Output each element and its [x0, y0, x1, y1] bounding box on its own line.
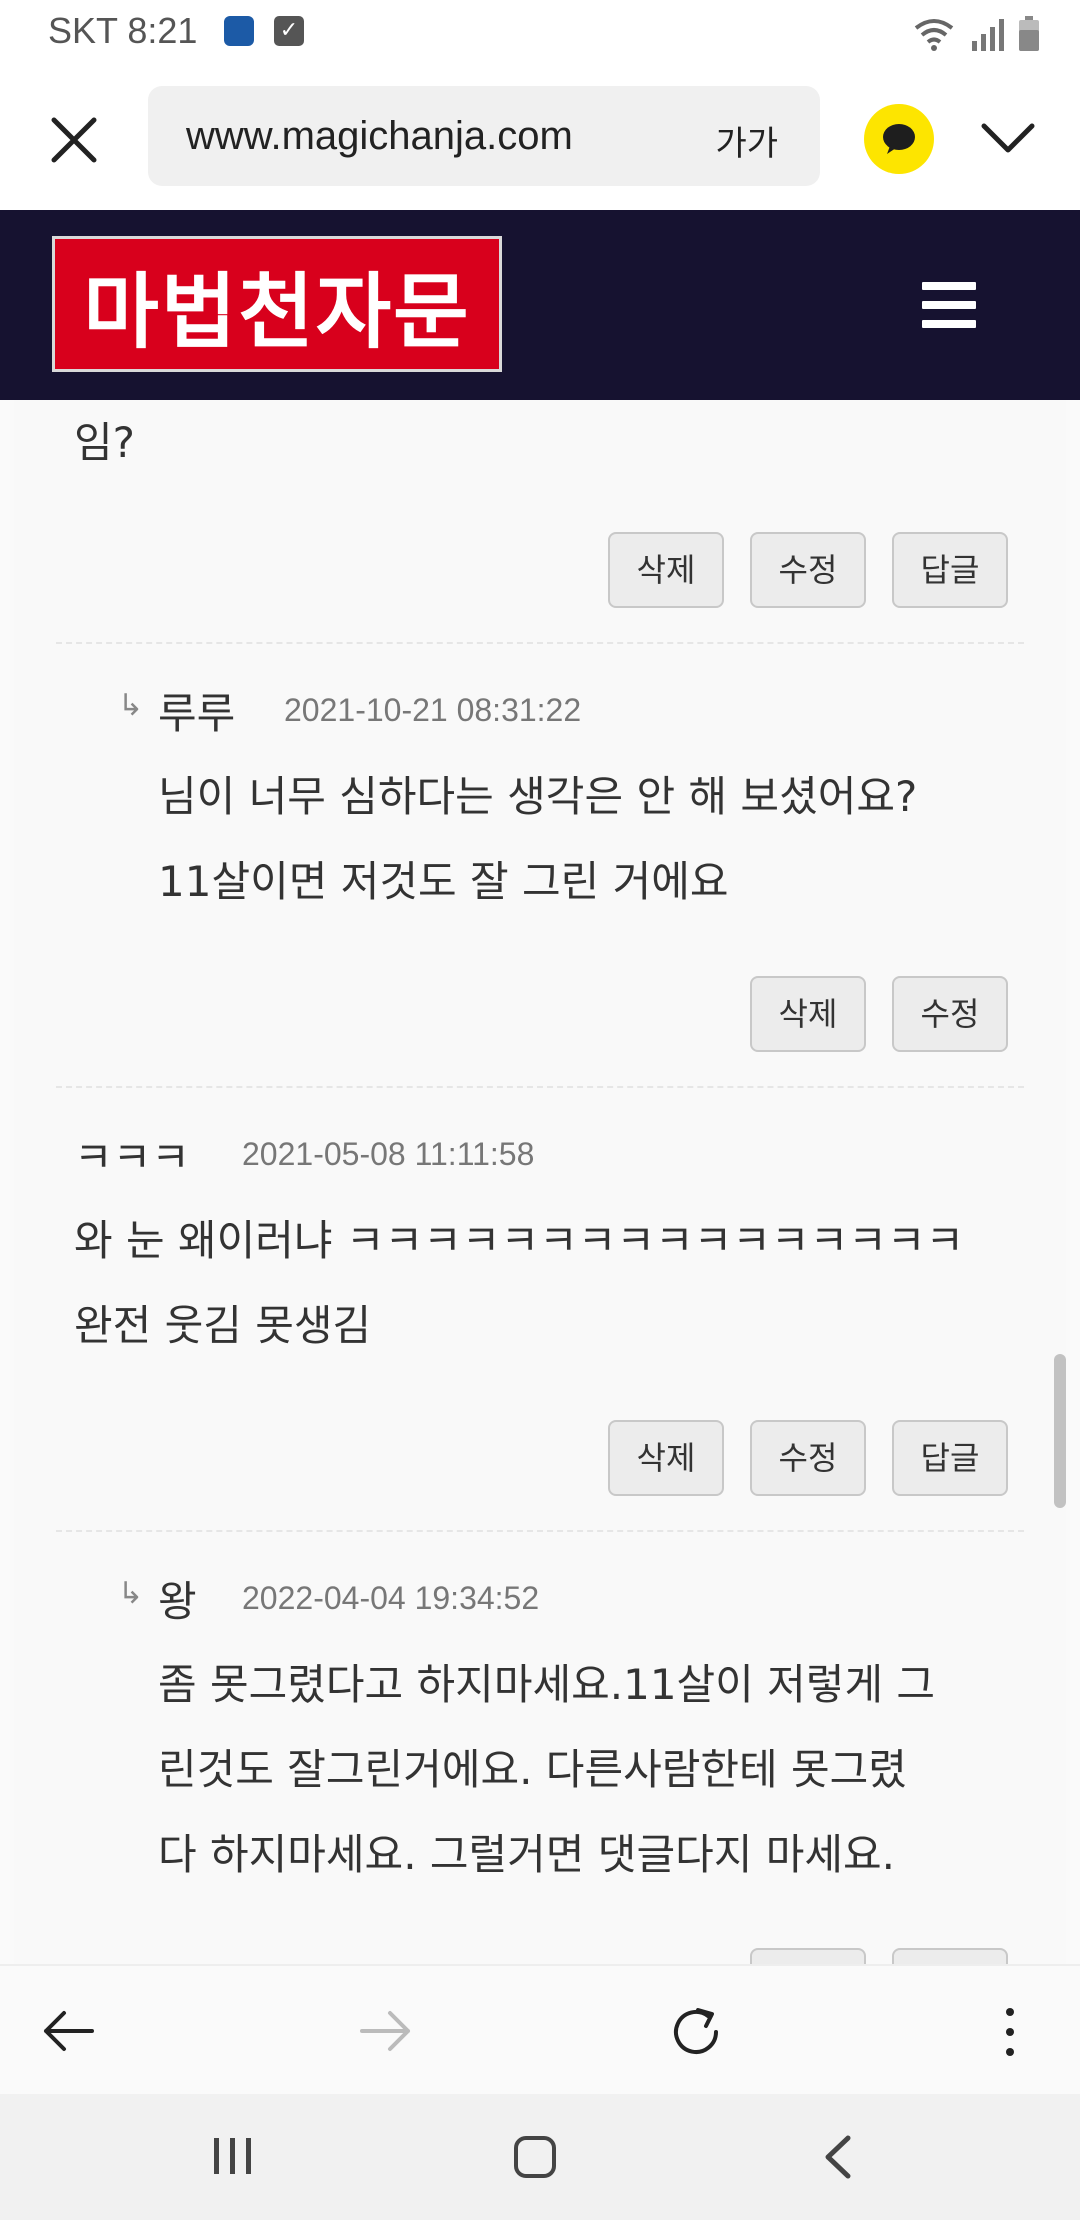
- scrollbar-thumb[interactable]: [1054, 1354, 1066, 1508]
- system-back-icon[interactable]: [820, 2134, 856, 2180]
- comment-text: 님이 너무 심하다는 생각은 안 해 보셨어요? 11살이면 저것도 잘 그린 …: [158, 772, 918, 906]
- site-logo[interactable]: 마법천자문: [52, 236, 502, 372]
- comment-date: 2022-04-04 19:34:52: [242, 1580, 540, 1616]
- reply-arrow-icon: ↳: [118, 688, 144, 723]
- forward-arrow-icon[interactable]: [356, 2006, 414, 2056]
- reply-button[interactable]: 답글: [892, 532, 1008, 608]
- text-size-button[interactable]: 가가: [715, 116, 778, 165]
- comment-date: 2021-05-08 11:11:58: [242, 1136, 535, 1172]
- battery-icon: [1019, 16, 1039, 51]
- system-nav-bar: [0, 2094, 1080, 2220]
- notification-app-icon: [224, 16, 254, 46]
- comment-author: 루루: [158, 689, 236, 738]
- comment-text: 임?: [74, 418, 135, 467]
- menu-icon[interactable]: [922, 282, 976, 330]
- delete-button[interactable]: 삭제: [608, 1420, 724, 1496]
- edit-button[interactable]: 수정: [892, 976, 1008, 1052]
- chat-bubble-icon: [883, 124, 915, 154]
- delete-button[interactable]: 삭제: [608, 532, 724, 608]
- status-icons: [912, 14, 1040, 54]
- recent-apps-icon[interactable]: [210, 2136, 256, 2176]
- comment-text: 좀 못그렸다고 하지마세요.11살이 저렇게 그 린것도 잘그린거에요. 다른사…: [158, 1660, 936, 1879]
- divider: [56, 642, 1024, 644]
- checkbox-notification-icon: ✓: [274, 16, 304, 46]
- divider: [56, 1086, 1024, 1088]
- wifi-icon: [914, 19, 954, 51]
- divider: [56, 1530, 1024, 1532]
- home-icon[interactable]: [512, 2134, 558, 2180]
- more-options-icon[interactable]: [998, 2004, 1022, 2060]
- site-header: 마법천자문: [0, 210, 1080, 400]
- comment-date: 2021-10-21 08:31:22: [284, 692, 582, 728]
- signal-icon: [972, 19, 1004, 51]
- status-time: SKT 8:21: [48, 10, 198, 51]
- delete-button[interactable]: [750, 1948, 866, 1964]
- edit-button[interactable]: 수정: [750, 1420, 866, 1496]
- chevron-down-icon[interactable]: [978, 114, 1038, 164]
- status-bar: SKT 8:21 ✓: [0, 0, 1080, 68]
- back-arrow-icon[interactable]: [40, 2006, 98, 2056]
- reload-icon[interactable]: [666, 2002, 726, 2062]
- comment-author: 왕: [158, 1577, 197, 1626]
- kakao-talk-button[interactable]: [864, 104, 934, 174]
- reply-button[interactable]: 답글: [892, 1420, 1008, 1496]
- edit-button[interactable]: 수정: [750, 532, 866, 608]
- edit-button[interactable]: [892, 1948, 1008, 1964]
- url-text[interactable]: www.magichanja.com: [186, 114, 573, 159]
- comment-author: ㅋㅋㅋ: [74, 1133, 190, 1182]
- delete-button[interactable]: 삭제: [750, 976, 866, 1052]
- address-bar[interactable]: www.magichanja.com 가가: [148, 86, 820, 186]
- close-icon[interactable]: [46, 112, 102, 168]
- comment-text: 와 눈 왜이러냐 ㅋㅋㅋㅋㅋㅋㅋㅋㅋㅋㅋㅋㅋㅋㅋㅋ 완전 웃김 못생김: [74, 1216, 965, 1350]
- comment-list: 임? 삭제 수정 답글 ↳ 루루 2021-10-21 08:31:22 님이 …: [14, 400, 1066, 1964]
- browser-toolbar: www.magichanja.com 가가: [0, 68, 1080, 210]
- reply-arrow-icon: ↳: [118, 1576, 144, 1611]
- browser-bottom-bar: [0, 1964, 1080, 2096]
